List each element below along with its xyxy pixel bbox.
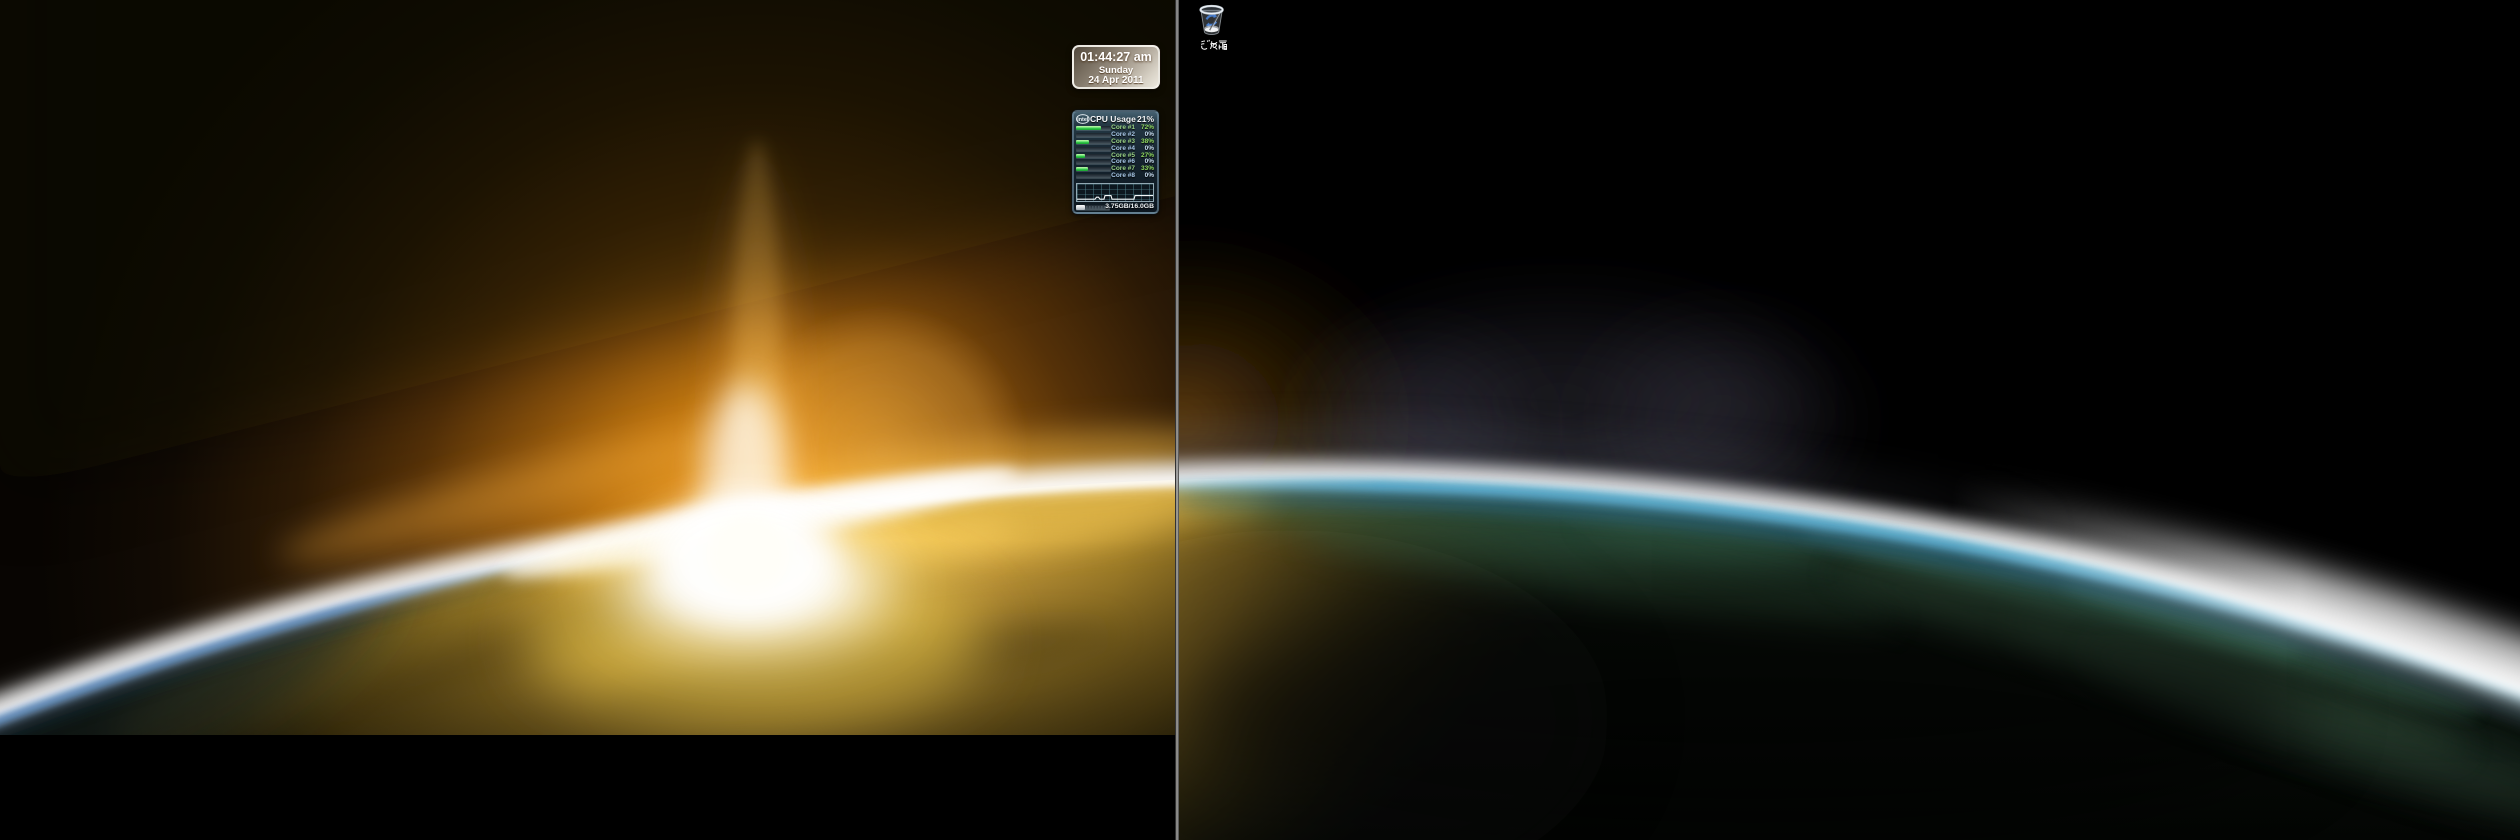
svg-text:intel: intel: [1077, 117, 1089, 123]
